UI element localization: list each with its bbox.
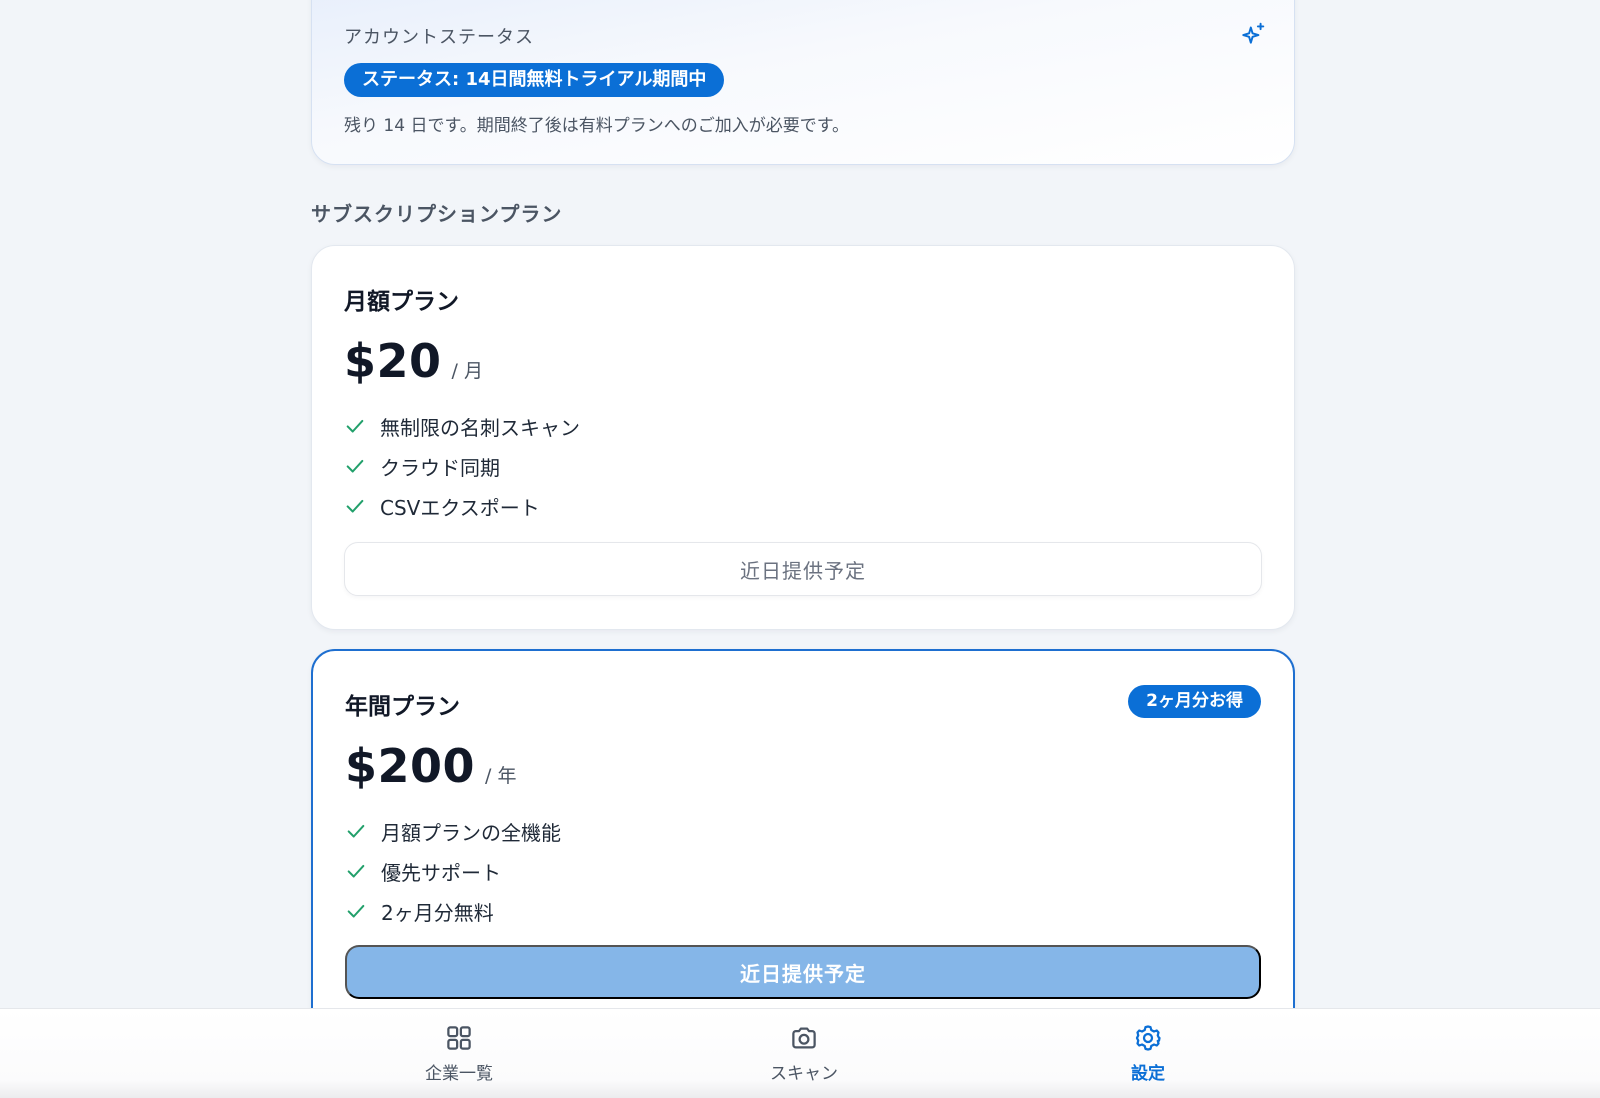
price-row: $20 / 月 [344, 334, 483, 388]
plan-period: / 月 [451, 360, 483, 382]
feature-item: 2ヶ月分無料 [345, 891, 561, 931]
section-title: サブスクリプションプラン [311, 202, 563, 226]
sparkle-icon [1242, 22, 1265, 44]
coming-soon-button-annual[interactable]: 近日提供予定 [345, 945, 1261, 999]
account-status-card: アカウントステータス ステータス: 14日間無料トライアル期間中 残り 14 日… [311, 0, 1295, 165]
feature-label: 月額プランの全機能 [381, 820, 561, 845]
bottom-nav: 企業一覧 スキャン 設定 [0, 1008, 1600, 1098]
status-badge: ステータス: 14日間無料トライアル期間中 [344, 63, 725, 97]
price-row: $200 / 年 [345, 739, 516, 793]
plan-period: / 年 [485, 765, 517, 787]
feature-item: CSVエクスポート [344, 486, 580, 526]
plan-card-monthly: 月額プラン $20 / 月 無制限の名刺スキャン クラウド同期 CSVエクスポー… [311, 245, 1295, 630]
check-icon [347, 824, 365, 838]
check-icon [346, 499, 364, 513]
nav-label: 設定 [1131, 1064, 1165, 1084]
plan-name: 月額プラン [344, 289, 459, 315]
nav-label: 企業一覧 [425, 1064, 493, 1084]
feature-label: 2ヶ月分無料 [381, 900, 494, 925]
feature-item: クラウド同期 [344, 446, 580, 486]
feature-label: 優先サポート [381, 860, 501, 885]
plan-price: $20 [344, 334, 442, 388]
status-description: 残り 14 日です。期間終了後は有料プランへのご加入が必要です。 [344, 116, 850, 136]
check-icon [347, 904, 365, 918]
feature-list: 無制限の名刺スキャン クラウド同期 CSVエクスポート [344, 406, 580, 526]
gear-icon [1135, 1025, 1161, 1051]
grid-icon [447, 1026, 471, 1050]
check-icon [346, 459, 364, 473]
check-icon [346, 419, 364, 433]
feature-list: 月額プランの全機能 優先サポート 2ヶ月分無料 [345, 811, 561, 931]
feature-item: 優先サポート [345, 851, 561, 891]
feature-label: 無制限の名刺スキャン [380, 415, 580, 440]
feature-label: CSVエクスポート [380, 495, 540, 520]
plan-price: $200 [345, 739, 476, 793]
feature-label: クラウド同期 [380, 455, 500, 480]
feature-item: 月額プランの全機能 [345, 811, 561, 851]
coming-soon-button-monthly[interactable]: 近日提供予定 [344, 542, 1262, 596]
camera-icon [792, 1027, 816, 1049]
feature-item: 無制限の名刺スキャン [344, 406, 580, 446]
plan-card-annual: 年間プラン 2ヶ月分お得 $200 / 年 月額プランの全機能 優先サポート 2… [311, 649, 1295, 1069]
nav-item-scan[interactable]: スキャン [734, 1023, 874, 1084]
status-title: アカウントステータス [344, 27, 534, 48]
savings-badge: 2ヶ月分お得 [1128, 685, 1261, 718]
check-icon [347, 864, 365, 878]
nav-item-settings[interactable]: 設定 [1078, 1023, 1218, 1084]
plan-name: 年間プラン [345, 694, 460, 720]
nav-label: スキャン [770, 1064, 838, 1084]
nav-item-company-list[interactable]: 企業一覧 [389, 1023, 529, 1084]
